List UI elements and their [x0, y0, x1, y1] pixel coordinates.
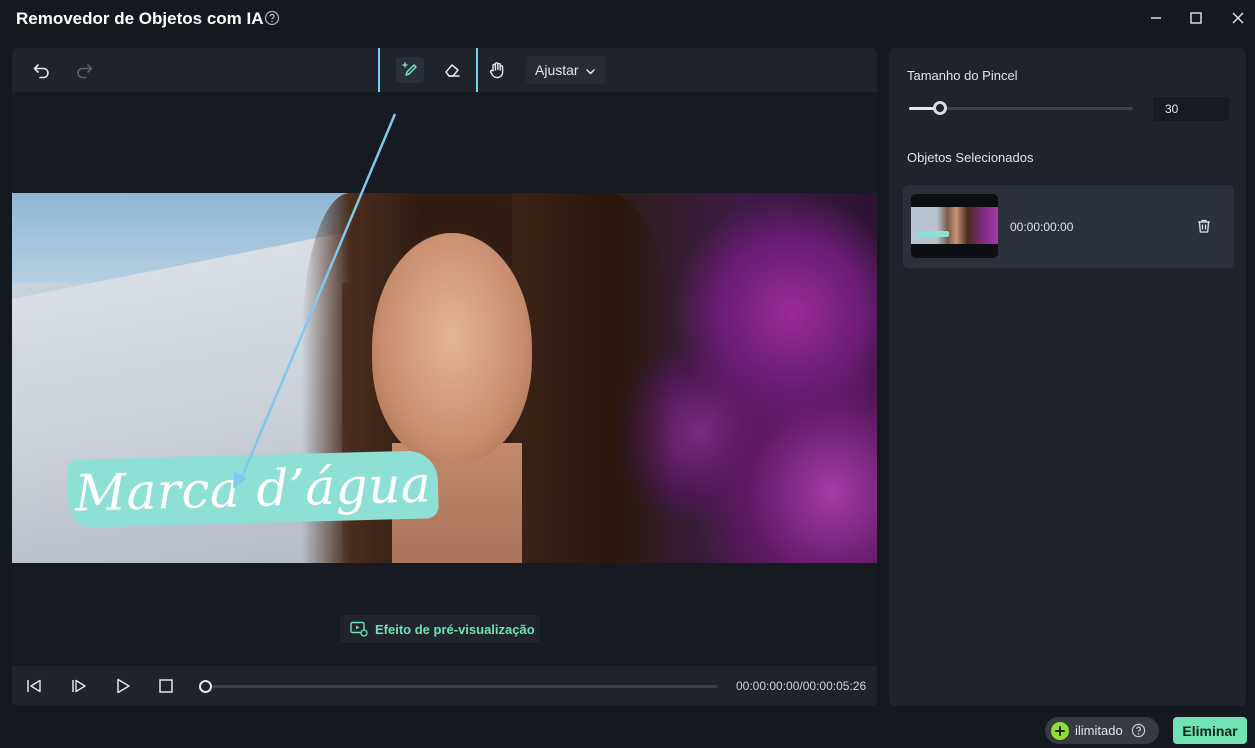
redo-icon[interactable] — [74, 60, 94, 80]
timecode: 00:00:00:00/00:00:05:26 — [736, 679, 867, 693]
timeline-track[interactable] — [199, 680, 717, 693]
object-thumbnail-watermark — [917, 231, 949, 237]
hair-right — [512, 193, 672, 563]
object-thumbnail — [911, 194, 998, 258]
brush-size-slider[interactable] — [909, 101, 1133, 115]
title-bar: Removedor de Objetos com IA — [0, 0, 1255, 36]
face-region — [372, 233, 532, 463]
settings-panel: Tamanho do Pincel 30 Objetos Selecionado… — [889, 48, 1246, 706]
preview-effect-icon — [350, 621, 368, 637]
playback-bar: 00:00:00:00/00:00:05:26 — [12, 666, 877, 706]
next-frame-icon[interactable] — [69, 676, 89, 696]
close-button[interactable] — [1228, 8, 1248, 28]
preview-effect-button[interactable]: Efeito de pré-visualização — [340, 615, 540, 643]
brush-size-input[interactable]: 30 — [1153, 97, 1229, 121]
brush-size-slider-thumb[interactable] — [933, 101, 947, 115]
trash-icon[interactable] — [1195, 217, 1213, 235]
brush-size-label: Tamanho do Pincel — [907, 68, 1018, 83]
object-thumbnail-frame — [911, 207, 998, 244]
selected-object-item[interactable]: 00:00:00:00 — [903, 185, 1234, 268]
preview-canvas[interactable]: Marca d’água Efeito de pré-visualização — [12, 92, 877, 666]
video-frame[interactable]: Marca d’água — [12, 193, 877, 563]
question-icon[interactable] — [1131, 723, 1146, 738]
remove-button[interactable]: Eliminar — [1173, 717, 1247, 744]
timeline-scrubber[interactable] — [199, 680, 212, 693]
previous-frame-icon[interactable] — [24, 676, 44, 696]
unlimited-badge[interactable]: ilimitado — [1045, 717, 1159, 744]
zoom-adjust-select[interactable]: Ajustar — [526, 56, 606, 84]
object-timestamp: 00:00:00:00 — [1010, 220, 1074, 234]
plus-icon — [1051, 721, 1069, 740]
unlimited-label: ilimitado — [1075, 723, 1123, 738]
watermark-text: Marca d’água — [74, 455, 432, 523]
minimize-button[interactable] — [1146, 8, 1166, 28]
undo-icon[interactable] — [32, 60, 52, 80]
hand-icon[interactable] — [487, 60, 507, 80]
adjust-select-label: Ajustar — [535, 62, 579, 78]
watermark-overlay[interactable]: Marca d’água — [67, 450, 439, 528]
play-icon[interactable] — [113, 676, 133, 696]
chevron-down-icon — [585, 64, 596, 80]
preview-effect-label: Efeito de pré-visualização — [375, 621, 535, 637]
editor-panel: Ajustar Marca d’água Efeito de pré-visua… — [12, 48, 877, 706]
window-title: Removedor de Objetos com IA — [16, 9, 264, 28]
selected-objects-label: Objetos Selecionados — [907, 150, 1034, 165]
maximize-button[interactable] — [1186, 8, 1206, 28]
stop-icon[interactable] — [156, 676, 176, 696]
help-icon[interactable] — [264, 10, 280, 26]
